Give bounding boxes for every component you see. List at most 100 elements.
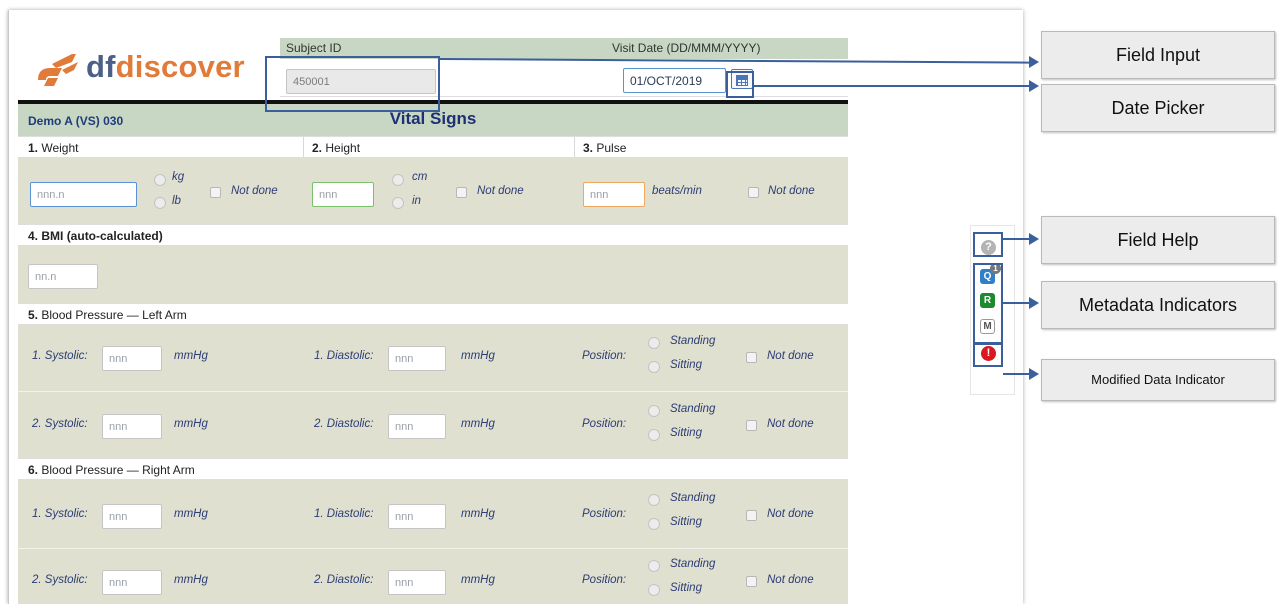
bp-left-not-done-2-checkbox[interactable] — [746, 420, 757, 431]
bp-right-systolic-2-unit: mmHg — [174, 574, 208, 586]
modified-callout: Modified Data Indicator — [1041, 359, 1275, 401]
bp-right-standing-2-radio[interactable] — [648, 560, 660, 572]
question-header-4: 4. BMI (auto-calculated) — [18, 224, 848, 246]
bp-right-not-done-2-checkbox[interactable] — [746, 576, 757, 587]
bp-right-sitting-2-label: Sitting — [670, 582, 702, 594]
field-input-highlight — [265, 56, 440, 112]
subject-id-label: Subject ID — [286, 41, 342, 55]
bp-right-not-done-2-label: Not done — [767, 574, 814, 586]
screenshot-stage: dfdiscover Subject ID Visit Date (DD/MMM… — [0, 0, 1282, 604]
bp-left-diastolic-1-input[interactable]: nnn — [388, 346, 446, 371]
bp-right-systolic-2-input[interactable]: nnn — [102, 570, 162, 595]
field-input-callout: Field Input — [1041, 31, 1275, 79]
question-header-6: 6. Blood Pressure — Right Arm — [18, 458, 848, 480]
bp-right-not-done-1-checkbox[interactable] — [746, 510, 757, 521]
bp-right-systolic-1-unit: mmHg — [174, 508, 208, 520]
bp-right-sitting-1-radio[interactable] — [648, 518, 660, 530]
q4-label: 4. BMI (auto-calculated) — [28, 229, 163, 243]
question-body-5: 1. Systolic: nnn mmHg 1. Diastolic: nnn … — [18, 325, 848, 461]
q3-label: 3. Pulse — [583, 141, 627, 155]
bp-right-systolic-1-input[interactable]: nnn — [102, 504, 162, 529]
date-picker-arrow-icon — [1029, 80, 1039, 92]
bmi-field[interactable]: nn.n — [28, 264, 98, 289]
form-title: Vital Signs — [389, 109, 477, 128]
bp-right-standing-2-label: Standing — [670, 558, 716, 570]
bp-left-sitting-1-label: Sitting — [670, 359, 702, 371]
metadata-callout: Metadata Indicators — [1041, 281, 1275, 329]
bp-right-position-2-label: Position: — [582, 574, 627, 586]
date-picker-callout: Date Picker — [1041, 84, 1275, 132]
bp-right-diastolic-2-input[interactable]: nnn — [388, 570, 446, 595]
date-picker-connector — [754, 85, 1030, 87]
q2-label: 2. Height — [312, 141, 361, 155]
weight-lb-label: lb — [172, 195, 181, 207]
pulse-input[interactable]: nnn — [583, 182, 645, 207]
bp-left-diastolic-2-input[interactable]: nnn — [388, 414, 446, 439]
modified-arrow-icon — [1029, 368, 1039, 380]
q1-label: 1. Weight — [28, 141, 79, 155]
bp-left-not-done-2-label: Not done — [767, 418, 814, 430]
bp-left-not-done-1-label: Not done — [767, 350, 814, 362]
question-body-1-3: nnn.n kg lb Not done nnn cm in Not done … — [18, 158, 848, 224]
height-in-radio[interactable] — [392, 197, 404, 209]
bp-left-diastolic-1-label: 1. Diastolic: — [314, 350, 374, 362]
q5-label: 5. Blood Pressure — Left Arm — [28, 308, 187, 322]
visit-date-field[interactable]: 01/OCT/2019 — [623, 68, 726, 93]
bp-right-standing-1-label: Standing — [670, 492, 716, 504]
logo-mark-icon — [38, 54, 78, 86]
bp-right-position-1-label: Position: — [582, 508, 627, 520]
visit-date-label: Visit Date (DD/MMM/YYYY) — [612, 41, 761, 55]
weight-kg-radio[interactable] — [154, 174, 166, 186]
bp-left-systolic-1-label: 1. Systolic: — [32, 350, 88, 362]
bp-left-systolic-2-unit: mmHg — [174, 418, 208, 430]
pulse-not-done-label: Not done — [768, 185, 815, 197]
bp-right-standing-1-radio[interactable] — [648, 494, 660, 506]
question-header-5: 5. Blood Pressure — Left Arm — [18, 303, 848, 325]
modified-highlight — [973, 342, 1003, 367]
bp-left-standing-2-radio[interactable] — [648, 405, 660, 417]
bp-right-diastolic-2-unit: mmHg — [461, 574, 495, 586]
bp-left-standing-1-label: Standing — [670, 335, 716, 347]
bp-left-diastolic-2-unit: mmHg — [461, 418, 495, 430]
metadata-connector — [1003, 302, 1030, 304]
bp-left-systolic-1-input[interactable]: nnn — [102, 346, 162, 371]
bp-left-sitting-2-label: Sitting — [670, 427, 702, 439]
field-help-highlight — [973, 232, 1003, 257]
logo-suffix: discover — [115, 49, 245, 84]
bp-right-diastolic-2-label: 2. Diastolic: — [314, 574, 374, 586]
bp-right-sitting-1-label: Sitting — [670, 516, 702, 528]
question-body-4: nn.n — [18, 246, 848, 303]
modified-connector — [1003, 373, 1030, 375]
bp-left-sitting-2-radio[interactable] — [648, 429, 660, 441]
logo-wordmark: dfdiscover — [86, 49, 245, 85]
field-help-callout: Field Help — [1041, 216, 1275, 264]
metadata-arrow-icon — [1029, 297, 1039, 309]
bp-left-systolic-2-input[interactable]: nnn — [102, 414, 162, 439]
bp-right-diastolic-1-input[interactable]: nnn — [388, 504, 446, 529]
bp-left-standing-2-label: Standing — [670, 403, 716, 415]
weight-not-done-label: Not done — [231, 185, 278, 197]
height-not-done-checkbox[interactable] — [456, 187, 467, 198]
weight-not-done-checkbox[interactable] — [210, 187, 221, 198]
weight-lb-radio[interactable] — [154, 197, 166, 209]
bp-right-sitting-2-radio[interactable] — [648, 584, 660, 596]
height-cm-label: cm — [412, 171, 428, 183]
question-header-1-3: 1. Weight 2. Height 3. Pulse — [18, 136, 848, 158]
data-entry-form: dfdiscover Subject ID Visit Date (DD/MMM… — [18, 34, 848, 604]
metadata-highlight — [973, 263, 1003, 345]
height-in-label: in — [412, 195, 421, 207]
q6-label: 6. Blood Pressure — Right Arm — [28, 463, 195, 477]
bp-left-diastolic-2-label: 2. Diastolic: — [314, 418, 374, 430]
weight-input[interactable]: nnn.n — [30, 182, 137, 207]
field-help-arrow-icon — [1029, 233, 1039, 245]
bp-left-sitting-1-radio[interactable] — [648, 361, 660, 373]
height-cm-radio[interactable] — [392, 174, 404, 186]
date-picker-highlight — [726, 71, 754, 98]
question-body-6: 1. Systolic: nnn mmHg 1. Diastolic: nnn … — [18, 480, 848, 604]
bp-left-not-done-1-checkbox[interactable] — [746, 352, 757, 363]
height-input[interactable]: nnn — [312, 182, 374, 207]
bp-right-not-done-1-label: Not done — [767, 508, 814, 520]
weight-kg-label: kg — [172, 171, 185, 183]
bp-left-standing-1-radio[interactable] — [648, 337, 660, 349]
pulse-not-done-checkbox[interactable] — [748, 187, 759, 198]
